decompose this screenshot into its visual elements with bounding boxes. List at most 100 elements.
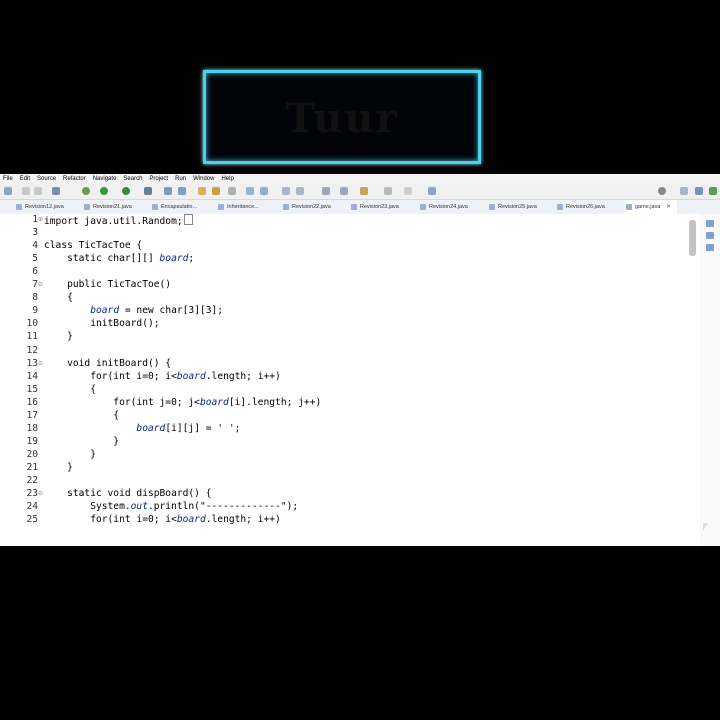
line-number: 12 <box>26 344 38 356</box>
code-line[interactable]: } <box>44 462 73 473</box>
code-line[interactable]: static char[][] board; <box>44 253 194 264</box>
menu-project[interactable]: Project <box>149 174 168 184</box>
line-number: 5 <box>32 253 38 265</box>
tab-revision21[interactable]: Revision21.java <box>82 200 132 214</box>
external-tools-icon[interactable] <box>144 187 152 195</box>
code-line[interactable]: for(int i=0; i<board.length; i++) <box>44 371 281 382</box>
tab-revision12[interactable]: Revision12.java <box>14 200 64 214</box>
java-perspective-icon[interactable] <box>695 187 703 195</box>
line-number: 11 <box>26 331 38 343</box>
code-editor[interactable]: 1 ⊕ import java.util.Random; 3 4 class TicTac… <box>0 214 720 546</box>
perspective-icon[interactable] <box>680 187 688 195</box>
fold-marker-icon[interactable]: ⊖ <box>38 281 43 288</box>
line-number: 3 <box>32 227 38 239</box>
java-file-icon <box>283 204 289 210</box>
folded-imports-box[interactable] <box>183 214 193 225</box>
outline-icon[interactable] <box>706 220 714 227</box>
code-line[interactable]: } <box>44 331 73 342</box>
line-number: 15 <box>26 383 38 395</box>
prev-annotation-icon[interactable] <box>340 187 348 195</box>
new-package-icon[interactable] <box>178 187 186 195</box>
task-list-icon[interactable] <box>706 232 714 239</box>
menu-bar: File Edit Source Refactor Navigate Searc… <box>0 174 720 184</box>
menu-search[interactable]: Search <box>123 174 142 184</box>
line-number: 19 <box>26 435 38 447</box>
menu-source[interactable]: Source <box>37 174 56 184</box>
debug-icon[interactable] <box>82 187 90 195</box>
code-line[interactable]: initBoard(); <box>44 318 159 329</box>
code-line[interactable]: board = new char[3][3]; <box>44 305 223 316</box>
pin-icon[interactable] <box>428 187 436 195</box>
code-line[interactable]: for(int j=0; j<board[i].length; j++) <box>44 397 321 408</box>
code-line[interactable]: class TicTacToe { <box>44 240 142 251</box>
line-number: 17 <box>26 409 38 421</box>
tab-inheritance[interactable]: Inheritance... <box>216 200 259 214</box>
code-line[interactable]: { <box>44 292 73 303</box>
tab-revision25[interactable]: Revision25.java <box>487 200 537 214</box>
coverage-icon[interactable] <box>122 187 130 195</box>
code-line[interactable]: { <box>44 410 119 421</box>
tab-revision22[interactable]: Revision22.java <box>281 200 331 214</box>
code-line[interactable]: for(int i=0; i<board.length; i++) <box>44 514 281 525</box>
tab-revision26[interactable]: Revision26.java <box>555 200 605 214</box>
menu-edit[interactable]: Edit <box>20 174 30 184</box>
line-number: 14 <box>26 370 38 382</box>
menu-help[interactable]: Help <box>221 174 233 184</box>
code-line[interactable]: } <box>44 449 96 460</box>
code-line[interactable]: System.out.println("-------------"); <box>44 501 298 512</box>
run-icon[interactable] <box>100 187 108 195</box>
save-icon[interactable] <box>22 187 30 195</box>
editor-tabs: Revision12.java Revision21.java Encapsul… <box>0 200 720 215</box>
new-icon[interactable] <box>4 187 12 195</box>
code-line[interactable]: } <box>44 436 119 447</box>
open-folder-icon[interactable] <box>212 187 220 195</box>
search-tool-icon[interactable] <box>228 187 236 195</box>
code-line[interactable]: { <box>44 384 96 395</box>
code-line[interactable]: import java.util.Random; <box>44 214 193 227</box>
code-line[interactable]: static void dispBoard() { <box>44 488 211 499</box>
java-file-icon <box>218 204 224 210</box>
block-select-icon[interactable] <box>296 187 304 195</box>
logo-frame: Tuur <box>203 70 481 164</box>
line-number: 9 <box>32 305 38 317</box>
line-number: 4 <box>32 240 38 252</box>
code-line[interactable]: void initBoard() { <box>44 358 171 369</box>
code-line[interactable]: board[i][j] = ' '; <box>44 423 240 434</box>
whitespace-icon[interactable] <box>282 187 290 195</box>
forward-icon[interactable] <box>404 187 412 195</box>
line-number: 22 <box>26 475 38 486</box>
tab-game-active[interactable]: game.java ✕ <box>624 200 677 214</box>
annotation-icon[interactable] <box>246 187 254 195</box>
line-number: 16 <box>26 396 38 408</box>
tab-revision24[interactable]: Revision24.java <box>418 200 468 214</box>
menu-navigate[interactable]: Navigate <box>93 174 117 184</box>
scrollbar-thumb[interactable] <box>689 220 696 256</box>
tab-encapsulation[interactable]: Encapsulatio... <box>150 200 197 214</box>
last-edit-icon[interactable] <box>360 187 368 195</box>
fold-marker-icon[interactable]: ⊖ <box>38 490 43 497</box>
restore-icon[interactable] <box>706 244 714 251</box>
fold-marker-icon[interactable]: ⊖ <box>38 360 43 367</box>
menu-window[interactable]: Window <box>193 174 214 184</box>
tab-revision23[interactable]: Revision23.java <box>349 200 399 214</box>
print-icon[interactable] <box>52 187 60 195</box>
menu-run[interactable]: Run <box>175 174 186 184</box>
mouse-pointer <box>703 523 708 531</box>
new-java-project-icon[interactable] <box>164 187 172 195</box>
toggle-mark-icon[interactable] <box>260 187 268 195</box>
java-file-icon <box>557 204 563 210</box>
back-icon[interactable] <box>384 187 392 195</box>
menu-file[interactable]: File <box>3 174 13 184</box>
line-number: 13 <box>26 357 38 369</box>
fold-marker-icon[interactable]: ⊕ <box>38 216 43 223</box>
menu-refactor[interactable]: Refactor <box>63 174 86 184</box>
save-all-icon[interactable] <box>34 187 42 195</box>
next-annotation-icon[interactable] <box>322 187 330 195</box>
search-icon[interactable] <box>658 187 666 195</box>
close-icon[interactable]: ✕ <box>666 204 671 210</box>
vertical-scrollbar[interactable] <box>689 220 696 528</box>
debug-perspective-icon[interactable] <box>709 187 717 195</box>
eclipse-ide-window: File Edit Source Refactor Navigate Searc… <box>0 174 720 546</box>
code-line[interactable]: public TicTacToe() <box>44 279 171 290</box>
open-type-icon[interactable] <box>198 187 206 195</box>
